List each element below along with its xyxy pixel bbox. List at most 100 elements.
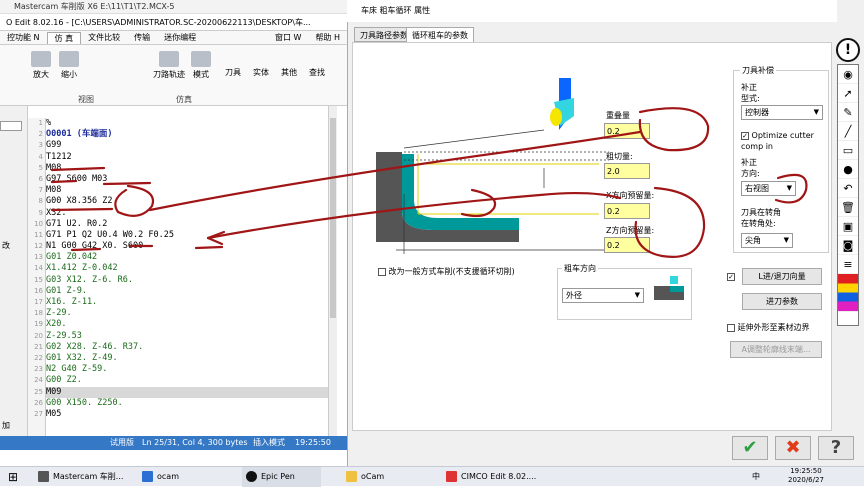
checkbox-checked-icon[interactable]: ✓ <box>741 131 749 140</box>
list-icon[interactable]: ≡ <box>838 255 858 274</box>
tab-file-compare[interactable]: 文件比较 <box>81 32 127 43</box>
code-line[interactable]: G01 Z-9. <box>46 286 328 297</box>
find-button[interactable]: 查找 <box>304 67 330 78</box>
checkbox-checked-icon[interactable]: ✓ <box>727 272 735 281</box>
code-line[interactable]: G97 S600 M03 <box>46 174 328 185</box>
x-stock-field[interactable]: 0.2 <box>604 203 650 219</box>
rough-depth-field[interactable]: 2.0 <box>604 163 650 179</box>
code-line[interactable]: X16. Z-11. <box>46 297 328 308</box>
checkbox-box[interactable] <box>378 267 386 276</box>
overlap-label: 重叠量 <box>606 111 630 120</box>
tab-transfer[interactable]: 传输 <box>127 32 157 43</box>
optimize-comp-checkbox[interactable]: ✓ Optimize cutter comp in <box>741 130 829 152</box>
line-number: 6 <box>38 174 43 183</box>
z-stock-field[interactable]: 0.2 <box>604 237 650 253</box>
code-line[interactable]: G00 X8.356 Z2. <box>46 196 328 207</box>
code-line[interactable]: T1212 <box>46 152 328 163</box>
tab-simulation[interactable]: 仿 真 <box>46 31 82 44</box>
ok-button[interactable]: ✔ <box>732 436 768 460</box>
menu-help[interactable]: 帮助 H <box>308 32 347 43</box>
code-line[interactable]: X20. <box>46 319 328 330</box>
toolpath-button[interactable]: 刀路轨迹 <box>152 51 186 80</box>
taskbar-epic-pen[interactable]: Epic Pen <box>242 467 321 487</box>
code-line[interactable]: X32. <box>46 208 328 219</box>
taskbar-label: CIMCO Edit 8.02.... <box>461 472 537 481</box>
highlighter-icon[interactable]: ╱ <box>838 122 858 141</box>
left-panel-label-2: 加 <box>2 421 10 430</box>
infeed-params-button[interactable]: 进刀参数 <box>742 293 822 310</box>
code-line[interactable]: G00 Z2. <box>46 375 328 386</box>
leadin-checkbox[interactable]: ✓ <box>727 272 735 281</box>
code-line[interactable]: G03 X12. Z-6. R6. <box>46 275 328 286</box>
other-button[interactable]: 其他 <box>276 67 302 78</box>
tray-lang[interactable]: 中 <box>752 467 760 487</box>
zoom-in-button[interactable]: 放大 <box>28 51 54 80</box>
rough-direction-select[interactable]: 外径 ▼ <box>562 288 644 303</box>
code-line[interactable]: G02 X28. Z-46. R37. <box>46 342 328 353</box>
eraser-icon[interactable]: ▭ <box>838 141 858 160</box>
code-line[interactable]: M08 <box>46 163 328 174</box>
code-line[interactable]: M05 <box>46 409 328 420</box>
chevron-down-icon: ▼ <box>634 291 640 299</box>
menu-window[interactable]: 窗口 W <box>268 32 308 43</box>
code-line[interactable]: Z-29. <box>46 308 328 319</box>
scroll-thumb[interactable] <box>330 118 336 318</box>
corner-select[interactable]: 尖角 ▼ <box>741 233 793 248</box>
code-line[interactable]: G01 X32. Z-49. <box>46 353 328 364</box>
code-line[interactable]: N2 G40 Z-59. <box>46 364 328 375</box>
tab-mini-program[interactable]: 迷你编程 <box>157 32 203 43</box>
dot-icon[interactable]: ● <box>838 160 858 179</box>
taskbar-ocam[interactable]: ocam <box>142 467 179 487</box>
zoom-out-label: 缩小 <box>61 70 77 79</box>
pen-icon[interactable]: ✎ <box>838 103 858 122</box>
tool-button[interactable]: 刀具 <box>220 67 246 78</box>
eye-icon[interactable]: ◉ <box>838 65 858 84</box>
code-line[interactable]: N1 G00 G42 X0. S600 <box>46 241 328 252</box>
extend-contour-checkbox[interactable]: 延伸外形至素材边界 <box>727 322 810 333</box>
camera-icon[interactable]: ◙ <box>838 236 858 255</box>
tab-control[interactable]: 控功能 N <box>0 32 47 43</box>
taskbar-cimco[interactable]: CIMCO Edit 8.02.... <box>446 467 536 487</box>
tray-clock[interactable]: 19:25:50 2020/6/27 <box>788 467 824 485</box>
mode-button[interactable]: 模式 <box>188 51 214 80</box>
code-line[interactable]: G99 <box>46 140 328 151</box>
solid-button[interactable]: 实体 <box>248 67 274 78</box>
help-button[interactable]: ? <box>818 436 854 460</box>
code-line[interactable]: G71 P1 Q2 U0.4 W0.2 F0.25 <box>46 230 328 241</box>
cancel-button[interactable]: ✖ <box>775 436 811 460</box>
left-panel-field[interactable] <box>0 121 22 131</box>
adjust-contour-button[interactable]: A调整轮廓线末端... <box>730 341 822 358</box>
change-mode-checkbox[interactable]: 改为一般方式车削(不支援循环切削) <box>378 266 515 277</box>
code-line[interactable]: G00 X150. Z250. <box>46 398 328 409</box>
zoom-out-button[interactable]: 缩小 <box>56 51 82 80</box>
mastercam-titlebar: Mastercam 车削版 X6 E:\11\T1\T2.MCX-5 <box>0 0 347 14</box>
line-number: 18 <box>34 309 43 318</box>
overlap-field[interactable]: 0.2 <box>604 123 650 139</box>
code-line[interactable]: G01 Z0.042 <box>46 252 328 263</box>
code-line[interactable]: Z-29.53 <box>46 331 328 342</box>
trash-icon[interactable]: 🗑 <box>838 198 858 217</box>
code-line[interactable]: % <box>46 118 328 129</box>
windows-start-icon[interactable]: ⊞ <box>8 467 18 487</box>
taskbar-mastercam[interactable]: Mastercam 车削... <box>38 467 123 487</box>
code-line[interactable]: G71 U2. R0.2 <box>46 219 328 230</box>
folder-icon <box>346 471 357 482</box>
cursor-icon[interactable]: ➚ <box>838 84 858 103</box>
whiteboard-icon[interactable]: ▣ <box>838 217 858 236</box>
code-line[interactable]: M08 <box>46 185 328 196</box>
comp-type-select[interactable]: 控制器 ▼ <box>741 105 823 120</box>
undo-icon[interactable]: ↶ <box>838 179 858 198</box>
tab-toolpath-params[interactable]: 刀具路径参数 <box>354 27 414 42</box>
epic-pen-logo-icon[interactable]: ! <box>836 38 860 62</box>
checkbox-box[interactable] <box>727 323 735 332</box>
leadin-button[interactable]: L进/退刀向量 <box>742 268 822 285</box>
code-line[interactable]: X1.412 Z-0.042 <box>46 263 328 274</box>
taskbar-ocam-folder[interactable]: oCam <box>346 467 384 487</box>
code-line[interactable]: M09 <box>46 386 328 398</box>
tab-cycle-rough-params[interactable]: 循环粗车的参数 <box>406 27 474 42</box>
comp-dir-select[interactable]: 右视图 ▼ <box>741 181 796 196</box>
code-line[interactable]: O0001 (车端面) <box>46 129 328 140</box>
comp-group-label: 刀具补偿 <box>740 65 776 76</box>
editor-scrollbar[interactable] <box>328 106 337 436</box>
color-palette[interactable] <box>838 274 858 312</box>
